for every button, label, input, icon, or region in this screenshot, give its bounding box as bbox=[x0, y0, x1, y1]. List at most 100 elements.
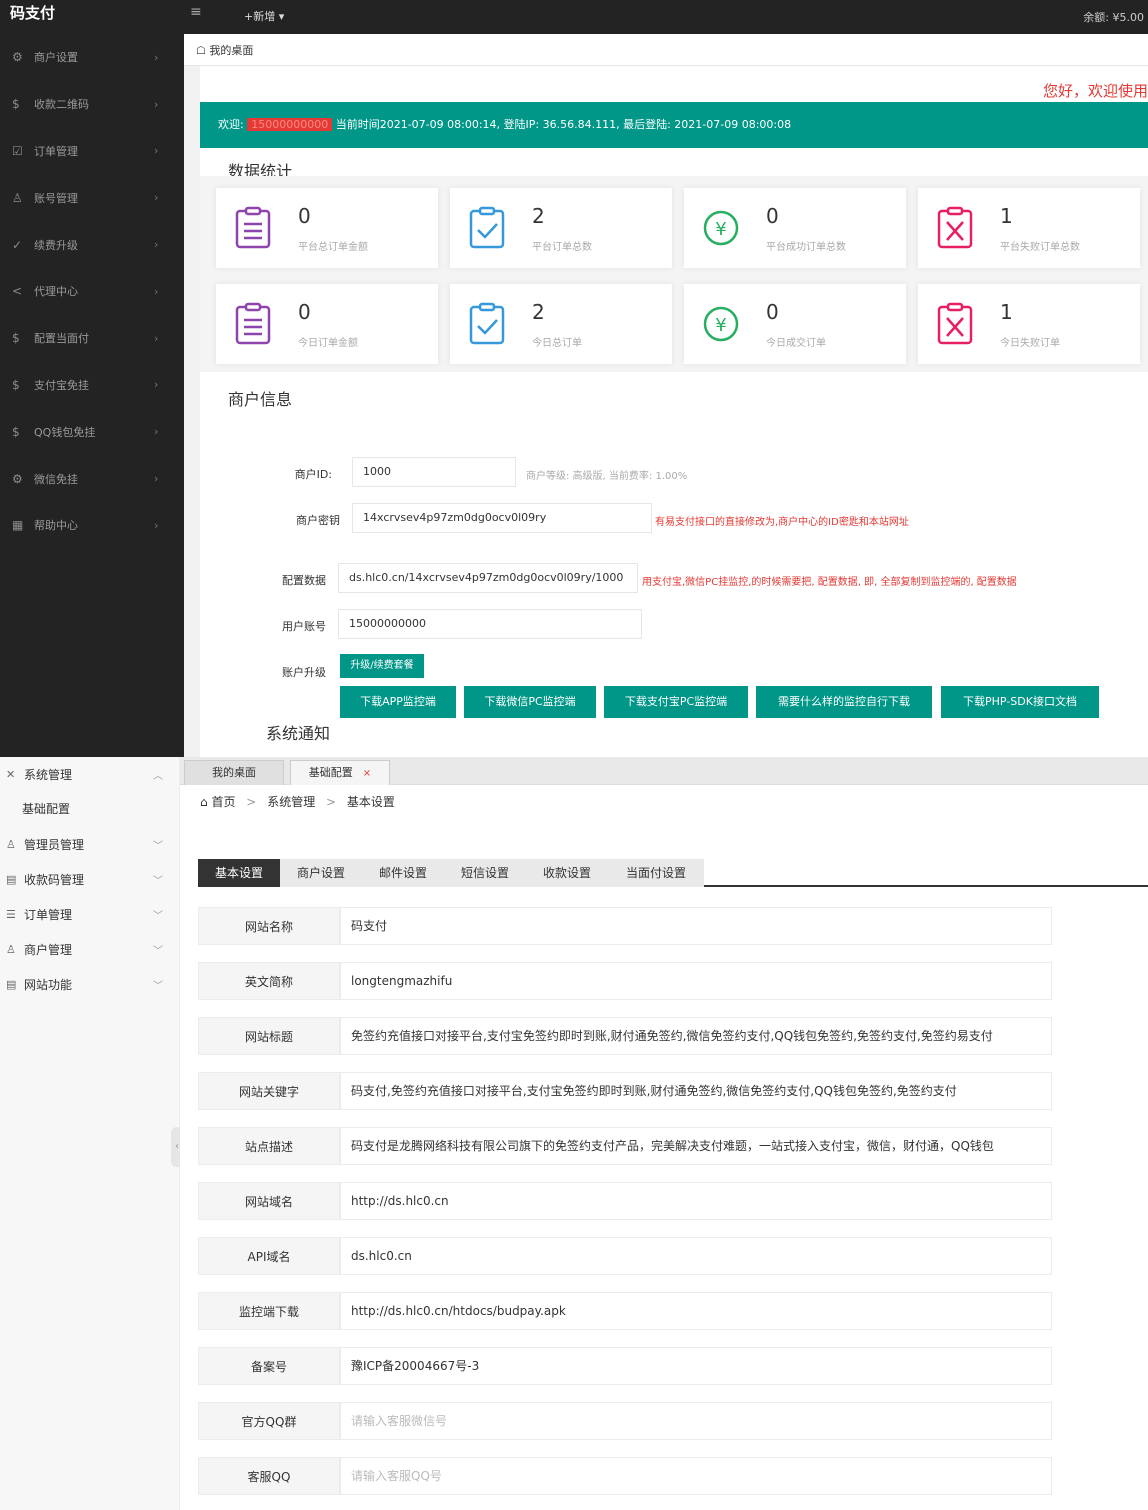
chevron-right-icon: › bbox=[154, 518, 159, 532]
download-button[interactable]: 下载PHP-SDK接口文档 bbox=[941, 686, 1099, 718]
settings-row: API域名 ds.hlc0.cn bbox=[198, 1237, 1052, 1275]
stat-value: 0 bbox=[766, 204, 779, 228]
sidebar-item[interactable]: $ 支付宝免挂 › bbox=[0, 362, 184, 409]
settings-row: 客服QQ 请输入客服QQ号 bbox=[198, 1457, 1052, 1495]
settings-row: 备案号 豫ICP备20004667号-3 bbox=[198, 1347, 1052, 1385]
sidebar-item-label: 系统管理 bbox=[24, 768, 73, 782]
upgrade-button[interactable]: 升级/续费套餐 bbox=[340, 654, 424, 678]
sidebar-item[interactable]: ♙ 商户管理 ﹀ bbox=[0, 932, 179, 967]
wechat-icon: ⚙ bbox=[12, 471, 23, 486]
stat-label: 平台失败订单总数 bbox=[1000, 242, 1080, 253]
field-input[interactable]: ds.hlc0.cn bbox=[340, 1237, 1052, 1275]
gear-icon: ⚙ bbox=[12, 50, 23, 65]
sidebar-subitem-basic-config[interactable]: 基础配置 bbox=[0, 792, 179, 827]
sidebar-item[interactable]: ▤ 收款码管理 ﹀ bbox=[0, 862, 179, 897]
sidebar-item[interactable]: ⚙ 商户设置 › bbox=[0, 34, 184, 81]
add-new-dropdown[interactable]: +新增 ▾ bbox=[244, 8, 284, 24]
tab-my-desktop[interactable]: ☖ 我的桌面 bbox=[196, 42, 253, 58]
sidebar-item-label: 收款二维码 bbox=[34, 98, 89, 112]
stat-label: 平台成功订单总数 bbox=[766, 242, 846, 253]
settings-tab[interactable]: 短信设置 bbox=[444, 859, 526, 887]
sidebar-item[interactable]: ♙ 管理员管理 ﹀ bbox=[0, 827, 179, 862]
chevron-down-icon: ﹀ bbox=[153, 946, 163, 957]
field-input[interactable]: 豫ICP备20004667号-3 bbox=[340, 1347, 1052, 1385]
sidebar-item[interactable]: $ 收款二维码 › bbox=[0, 81, 184, 128]
download-button[interactable]: 下载支付宝PC监控端 bbox=[604, 686, 748, 718]
chevron-down-icon: ﹀ bbox=[153, 876, 163, 887]
sidebar-item-label: 续费升级 bbox=[34, 238, 78, 252]
tab-label: 我的桌面 bbox=[209, 44, 254, 57]
field-input[interactable]: http://ds.hlc0.cn bbox=[340, 1182, 1052, 1220]
settings-tab[interactable]: 当面付设置 bbox=[608, 859, 704, 887]
sidebar-item[interactable]: ✓ 续费升级 › bbox=[0, 221, 184, 268]
settings-tab[interactable]: 收款设置 bbox=[526, 859, 608, 887]
svg-text:¥: ¥ bbox=[715, 219, 726, 240]
sidebar-item-label: QQ钱包免挂 bbox=[34, 425, 96, 439]
sidebar-item-label: 微信免挂 bbox=[34, 472, 78, 486]
chevron-right-icon: › bbox=[154, 144, 159, 158]
sidebar-item[interactable]: ♙ 账号管理 › bbox=[0, 174, 184, 221]
settings-row: 官方QQ群 请输入客服微信号 bbox=[198, 1402, 1052, 1440]
sidebar-item[interactable]: ▤ 网站功能 ﹀ bbox=[0, 967, 179, 1002]
tab-basic-config[interactable]: 基础配置 × bbox=[290, 760, 390, 785]
pay-icon: $ bbox=[12, 331, 20, 346]
settings-tab[interactable]: 基本设置 bbox=[198, 859, 280, 887]
sidebar-item[interactable]: ▦ 帮助中心 › bbox=[0, 502, 184, 549]
merchant-dashboard: 码支付 ⚙ 商户设置 › $ 收款二维码 › ☑ 订单管理 › ♙ 账号管理 › ✓ 续费升级 › < 代理中心… bbox=[0, 0, 1148, 757]
settings-row: 网站域名 http://ds.hlc0.cn bbox=[198, 1182, 1052, 1220]
config-data-note: 用支付宝,微信PC挂监控,的时候需要把, 配置数据, 即, 全部复制到监控端的,… bbox=[642, 577, 1017, 588]
sidebar-item-label: 账号管理 bbox=[34, 191, 78, 205]
breadcrumb-home[interactable]: 首页 bbox=[211, 795, 235, 809]
breadcrumb-sep: > bbox=[246, 795, 257, 809]
field-label: 英文简称 bbox=[198, 962, 340, 1000]
download-button[interactable]: 下载微信PC监控端 bbox=[464, 686, 596, 718]
settings-row: 英文简称 longtengmazhifu bbox=[198, 962, 1052, 1000]
admin-settings: ✕ 系统管理 ︿ 基础配置 ♙ 管理员管理 ﹀ ▤ 收款码管理 ﹀ ☰ 订单管理 ﹀ ♙ 商户管理 ﹀ ▤ 网站功… bbox=[0, 757, 1148, 1510]
fail-icon bbox=[936, 206, 974, 250]
download-button[interactable]: 下载APP监控端 bbox=[340, 686, 456, 718]
stat-card: 1 平台失败订单总数 bbox=[918, 188, 1140, 268]
sidebar-item[interactable]: $ 配置当面付 › bbox=[0, 315, 184, 362]
list-icon bbox=[234, 206, 272, 250]
stat-card: 2 平台订单总数 bbox=[450, 188, 672, 268]
field-input[interactable]: 请输入客服QQ号 bbox=[340, 1457, 1052, 1495]
fail-icon bbox=[936, 302, 974, 346]
chevron-right-icon: › bbox=[154, 284, 159, 298]
sidebar-item[interactable]: $ QQ钱包免挂 › bbox=[0, 408, 184, 455]
field-input[interactable]: longtengmazhifu bbox=[340, 962, 1052, 1000]
admin-sidebar: ✕ 系统管理 ︿ 基础配置 ♙ 管理员管理 ﹀ ▤ 收款码管理 ﹀ ☰ 订单管理 ﹀ ♙ 商户管理 ﹀ ▤ 网站功… bbox=[0, 757, 183, 1510]
field-input[interactable]: 码支付是龙腾网络科技有限公司旗下的免签约支付产品，完美解决支付难题，一站式接入支… bbox=[340, 1127, 1052, 1165]
field-input[interactable]: 请输入客服微信号 bbox=[340, 1402, 1052, 1440]
chevron-right-icon: › bbox=[154, 97, 159, 111]
merchant-id-field[interactable]: 1000 bbox=[352, 457, 516, 487]
menu-toggle-icon[interactable]: ≡ bbox=[190, 4, 202, 20]
user-account-field[interactable]: 15000000000 bbox=[338, 609, 642, 639]
field-input[interactable]: 码支付,免签约充值接口对接平台,支付宝免签约即时到账,财付通免签约,微信免签约支… bbox=[340, 1072, 1052, 1110]
sidebar-item[interactable]: ☰ 订单管理 ﹀ bbox=[0, 897, 179, 932]
field-label: 官方QQ群 bbox=[198, 1402, 340, 1440]
settings-tab[interactable]: 商户设置 bbox=[280, 859, 362, 887]
chevron-down-icon: ﹀ bbox=[153, 911, 163, 922]
field-input[interactable]: 码支付 bbox=[340, 907, 1052, 945]
settings-tab[interactable]: 邮件设置 bbox=[362, 859, 444, 887]
tab-my-desktop-admin[interactable]: 我的桌面 bbox=[184, 760, 284, 785]
sidebar-item[interactable]: ⚙ 微信免挂 › bbox=[0, 455, 184, 502]
merchant-key-field[interactable]: 14xcrvsev4p97zm0dg0ocv0l09ry bbox=[352, 503, 652, 533]
config-data-field[interactable]: ds.hlc0.cn/14xcrvsev4p97zm0dg0ocv0l09ry/… bbox=[338, 563, 638, 593]
top-header: ≡ +新增 ▾ 余额: ¥5.00 bbox=[184, 0, 1148, 34]
sidebar-item[interactable]: ☑ 订单管理 › bbox=[0, 128, 184, 175]
sidebar-item[interactable]: < 代理中心 › bbox=[0, 268, 184, 315]
field-label: 网站域名 bbox=[198, 1182, 340, 1220]
download-button[interactable]: 需要什么样的监控自行下载 bbox=[756, 686, 932, 718]
sidebar-item-label: 订单管理 bbox=[34, 144, 78, 158]
field-input[interactable]: http://ds.hlc0.cn/htdocs/budpay.apk bbox=[340, 1292, 1052, 1330]
admin-icon: ♙ bbox=[6, 838, 16, 851]
yen-icon: ¥ bbox=[702, 206, 740, 250]
stat-label: 平台订单总数 bbox=[532, 242, 592, 253]
field-label: 监控端下载 bbox=[198, 1292, 340, 1330]
tab-label: 基础配置 bbox=[308, 766, 353, 779]
breadcrumb-system[interactable]: 系统管理 bbox=[267, 795, 315, 809]
sidebar-item[interactable]: ✕ 系统管理 ︿ bbox=[0, 757, 179, 792]
close-tab-icon[interactable]: × bbox=[363, 768, 371, 779]
field-input[interactable]: 免签约充值接口对接平台,支付宝免签约即时到账,财付通免签约,微信免签约支付,QQ… bbox=[340, 1017, 1052, 1055]
